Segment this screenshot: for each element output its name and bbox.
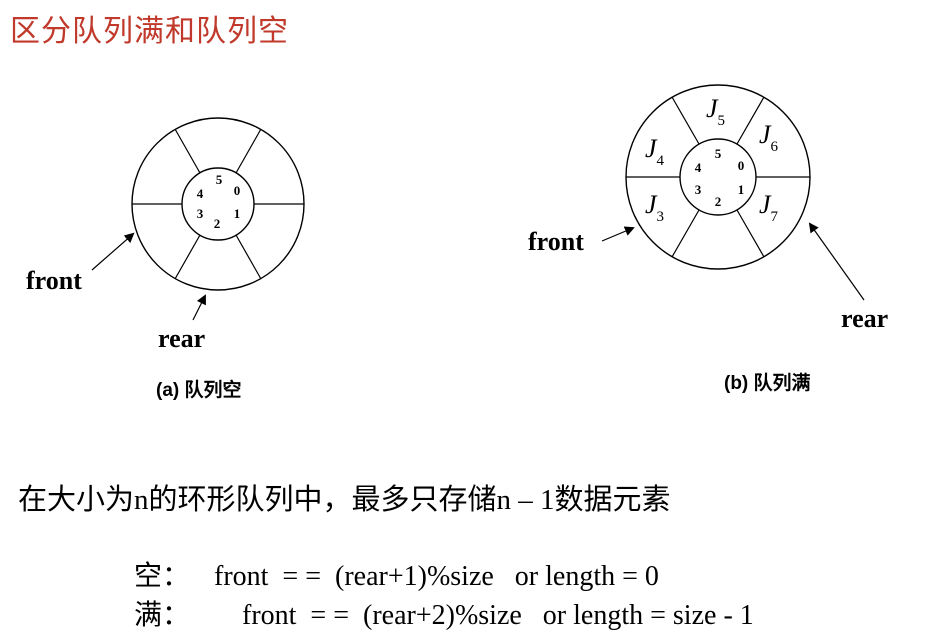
slot-label: 5	[216, 172, 223, 187]
slot-label: 3	[197, 206, 204, 221]
slot-label: 4	[197, 186, 204, 201]
rear-arrow	[192, 294, 206, 321]
full-condition: 满： front = = (rear+2)%size or length = s…	[134, 593, 754, 633]
full-expression: front = = (rear+2)%size or length = size…	[214, 600, 754, 631]
queue-element: J7	[759, 190, 779, 225]
empty-label: 空：	[134, 561, 191, 592]
queue-element: J4	[645, 134, 665, 169]
ring-diagram-empty: 5 0 1 2 3 4 front rear (a) 队列空	[26, 117, 305, 401]
front-label: front	[528, 227, 584, 256]
empty-expression: front = = (rear+1)%size or length = 0	[214, 561, 659, 592]
front-label: front	[26, 266, 82, 295]
empty-condition: 空： front = = (rear+1)%size or length = 0	[134, 554, 659, 594]
queue-element: J3	[645, 190, 664, 225]
slot-label: 2	[214, 216, 221, 231]
queue-diagrams: 5 0 1 2 3 4 front rear (a) 队列空 5 0 1 2 3…	[26, 84, 888, 401]
capacity-description: 在大小为n的环形队列中，最多只存储n – 1数据元素	[18, 484, 671, 516]
queue-element: J6	[759, 120, 779, 155]
rear-arrow	[808, 222, 865, 301]
slot-label: 4	[695, 160, 702, 175]
ring-diagram-full: 5 0 1 2 3 4 J5 J6 J7 J3 J4 front rear (b…	[528, 84, 888, 394]
front-arrow	[91, 232, 135, 271]
slot-label: 5	[715, 146, 722, 161]
caption-a: (a) 队列空	[156, 378, 242, 401]
front-arrow	[601, 226, 635, 242]
slot-label: 1	[234, 206, 241, 221]
slot-label: 0	[738, 158, 745, 173]
slot-label: 1	[738, 182, 745, 197]
slot-label: 3	[695, 182, 702, 197]
rear-label: rear	[841, 304, 888, 333]
full-label: 满：	[134, 600, 191, 631]
queue-element: J5	[706, 94, 725, 129]
slot-label: 0	[234, 183, 241, 198]
slot-label: 2	[715, 194, 722, 209]
rear-label: rear	[158, 324, 205, 353]
caption-b: (b) 队列满	[724, 371, 811, 394]
